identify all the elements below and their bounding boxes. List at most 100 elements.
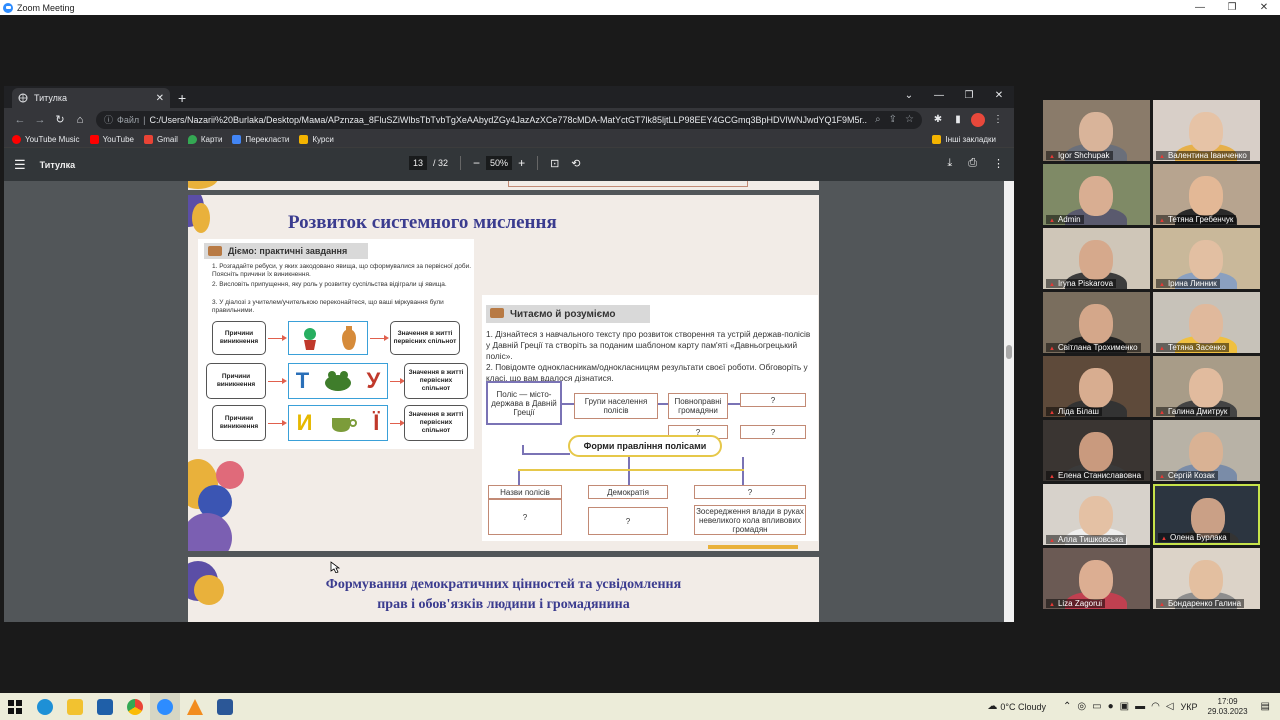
page-title: Розвиток системного мислення (288, 212, 557, 233)
participant-name: Igor Shchupak (1046, 151, 1113, 160)
participant-name: Елена Станиславовна (1046, 471, 1145, 480)
bookmark-translate[interactable]: Перекласти (232, 134, 289, 144)
taskbar-explorer[interactable] (60, 693, 90, 720)
weather-cloud-icon[interactable]: ☁ (987, 701, 997, 712)
profile-avatar-icon[interactable] (971, 112, 985, 127)
windows-logo-icon (8, 699, 22, 714)
fit-page-icon[interactable]: ⊡ (550, 157, 559, 170)
extensions-icon[interactable]: ✱ (928, 114, 948, 125)
side-panel-icon[interactable]: ▮ (948, 114, 968, 125)
pdf-page-controls: 13 / 32 − 50% + ⊡ ⟲ (409, 156, 581, 170)
bookmark-youtube[interactable]: YouTube (89, 134, 134, 144)
minimize-icon[interactable]: — (1184, 0, 1216, 15)
participant-tile[interactable]: Igor Shchupak (1043, 100, 1150, 161)
browser-tab[interactable]: Титулка ✕ (12, 88, 170, 108)
language-indicator[interactable]: УКР (1181, 702, 1198, 712)
print-icon[interactable]: ⎙ (968, 157, 977, 170)
participant-tile[interactable]: Тетяна Засенко (1153, 292, 1260, 353)
home-icon[interactable]: ⌂ (70, 114, 90, 126)
close-icon[interactable]: ✕ (1248, 0, 1280, 15)
back-icon[interactable]: ← (10, 114, 30, 126)
wifi-icon[interactable]: ◠ (1151, 701, 1160, 712)
pdf-scrollbar-thumb[interactable] (1006, 345, 1012, 359)
weather-text[interactable]: 0°C Cloudy (1000, 702, 1046, 712)
pdf-canvas[interactable]: Розвиток системного мислення Діємо: прак… (4, 181, 1014, 622)
participant-tile[interactable]: Admin (1043, 164, 1150, 225)
other-bookmarks[interactable]: Інші закладки (932, 134, 996, 144)
participant-face (1189, 432, 1223, 472)
zoom-in-icon[interactable]: + (518, 156, 525, 170)
download-icon[interactable]: ⤓ (947, 157, 952, 170)
volume-icon[interactable]: ◁ (1166, 701, 1174, 712)
participant-tile[interactable]: Олена Бурлака (1153, 484, 1260, 545)
browser-close-icon[interactable]: ✕ (984, 86, 1014, 106)
participant-tile[interactable]: Алла Тишковська (1043, 484, 1150, 545)
reload-icon[interactable]: ↻ (50, 113, 70, 126)
participant-tile[interactable]: Елена Станиславовна (1043, 420, 1150, 481)
taskbar-vlc[interactable] (180, 693, 210, 720)
participant-name: Iryna Piskarova (1046, 279, 1117, 288)
tab-search-icon[interactable]: ⌄ (894, 86, 924, 106)
taskbar-clock[interactable]: 17:09 29.03.2023 (1208, 697, 1248, 717)
taskbar-word[interactable] (210, 693, 240, 720)
display-icon[interactable]: ▣ (1120, 701, 1129, 712)
bookmarks-bar: YouTube Music YouTube Gmail Карти Перекл… (4, 131, 1014, 148)
participant-face (1079, 112, 1113, 152)
new-tab-icon[interactable]: + (178, 88, 186, 108)
participant-tile[interactable]: Галина Дмитрук (1153, 356, 1260, 417)
notifications-icon[interactable]: ▤ (1261, 701, 1270, 712)
taskbar-mail[interactable] (90, 693, 120, 720)
tray-app-icon[interactable]: ◎ (1077, 701, 1086, 712)
bookmark-gmail[interactable]: Gmail (144, 134, 178, 144)
rebus-3: И Ї (288, 405, 388, 441)
page-number-input[interactable]: 13 (409, 156, 428, 170)
bookmark-star-icon[interactable]: ☆ (905, 114, 914, 125)
bookmark-youtube-music[interactable]: YouTube Music (12, 134, 80, 144)
zoom-out-icon[interactable]: − (473, 156, 480, 170)
cause-box-1: Причини виникнення (212, 321, 266, 355)
participant-tile[interactable]: Ліда Білаш (1043, 356, 1150, 417)
browser-minimize-icon[interactable]: — (924, 86, 954, 106)
participant-tile[interactable]: Liza Zagorui (1043, 548, 1150, 609)
taskbar-edge[interactable] (30, 693, 60, 720)
mindmap-polis-names-answer: ? (488, 499, 562, 535)
address-bar[interactable]: ⓘ Файл | C:/Users/Nazarii%20Burlaka/Desk… (96, 110, 922, 129)
browser-menu-icon[interactable]: ⋮ (988, 114, 1008, 125)
tab-close-icon[interactable]: ✕ (156, 93, 164, 104)
participant-tile[interactable]: Ірина Линник (1153, 228, 1260, 289)
meaning-box-2: Значення в житті первісних спільнот (404, 363, 468, 399)
zoom-search-icon[interactable]: ⌕ (875, 114, 881, 125)
participant-face (1189, 304, 1223, 344)
taskbar-chrome[interactable] (120, 693, 150, 720)
mindmap-democracy: Демократія (588, 485, 668, 499)
rotate-icon[interactable]: ⟲ (571, 157, 580, 170)
share-icon[interactable]: ⇪ (889, 114, 897, 125)
participant-tile[interactable]: Iryna Piskarova (1043, 228, 1150, 289)
browser-window-controls: ⌄ — ❐ ✕ (894, 86, 1014, 106)
start-button[interactable] (0, 693, 30, 720)
info-icon[interactable]: ⓘ (104, 113, 113, 126)
windows-taskbar: ☁ 0°C Cloudy ⌃ ◎ ▭ ● ▣ ▬ ◠ ◁ УКР 17:09 2… (0, 693, 1280, 720)
pdf-menu-icon[interactable]: ☰ (14, 157, 26, 173)
participant-tile[interactable]: Сергій Козак (1153, 420, 1260, 481)
pdf-more-icon[interactable]: ⋮ (993, 157, 1004, 170)
participant-tile[interactable]: Валентина Іванченко (1153, 100, 1260, 161)
pdf-page-next: Формування демократичних цінностей та ус… (188, 557, 819, 622)
bookmark-maps[interactable]: Карти (187, 134, 222, 144)
browser-restore-icon[interactable]: ❐ (954, 86, 984, 106)
pdf-scrollbar[interactable] (1004, 181, 1014, 622)
taskbar-zoom[interactable] (150, 693, 180, 720)
participant-tile[interactable]: Світлана Трохименко (1043, 292, 1150, 353)
restore-icon[interactable]: ❐ (1216, 0, 1248, 15)
forward-icon[interactable]: → (30, 114, 50, 126)
participant-tile[interactable]: Бондаренко Галина (1153, 548, 1260, 609)
participant-name: Сергій Козак (1156, 471, 1218, 480)
tray-chevron-icon[interactable]: ⌃ (1063, 701, 1071, 712)
mindmap-oligarchy-desc: Зосередження влади в руках невеликого ко… (694, 505, 806, 535)
bookmark-courses[interactable]: Курси (299, 134, 334, 144)
microphone-icon[interactable]: ● (1108, 701, 1114, 712)
battery-icon[interactable]: ▬ (1135, 701, 1145, 712)
camera-icon[interactable]: ▭ (1092, 701, 1101, 712)
participant-tile[interactable]: Тетяна Гребенчук (1153, 164, 1260, 225)
zoom-level-input[interactable]: 50% (486, 156, 513, 170)
